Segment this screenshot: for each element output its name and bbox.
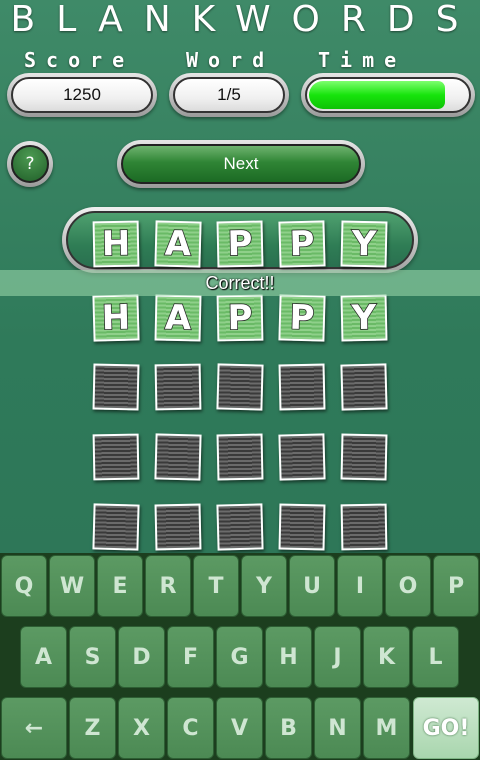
key-w[interactable]: W [49,555,95,617]
key-q[interactable]: Q [1,555,47,617]
word-counter: 1/5 [169,73,289,117]
empty-tile [216,503,264,551]
empty-tile [154,433,202,481]
guess-letter-tile: H [92,220,140,268]
key-e[interactable]: E [97,555,143,617]
key-f[interactable]: F [167,626,214,688]
key-n[interactable]: N [314,697,361,759]
guess-letter-tile: Y [340,220,388,268]
key-j[interactable]: J [314,626,361,688]
key-h[interactable]: H [265,626,312,688]
next-button[interactable]: Next [117,140,365,188]
key-l[interactable]: L [412,626,459,688]
empty-tile [278,503,326,551]
key-p[interactable]: P [433,555,479,617]
time-fill [309,81,446,109]
key-m[interactable]: M [363,697,410,759]
key-v[interactable]: V [216,697,263,759]
next-button-label: Next [121,144,361,184]
help-button-label: ? [11,145,49,183]
empty-tile [340,503,388,551]
key-z[interactable]: Z [69,697,116,759]
score-value: 1250 [11,77,153,113]
backspace-key[interactable]: ← [1,697,67,759]
word-counter-value: 1/5 [173,77,285,113]
board-letter-tile: H [92,294,140,342]
status-banner: Correct!! [0,270,480,296]
board-letter-tile: Y [340,294,388,342]
empty-tile [278,433,326,481]
key-d[interactable]: D [118,626,165,688]
word-label: Word [186,48,275,72]
key-i[interactable]: I [337,555,383,617]
empty-tile [216,363,264,411]
score-display: 1250 [7,73,157,117]
board-letter-tile: A [154,294,202,342]
time-label: Time [318,48,407,72]
on-screen-keyboard: Q W E R T Y U I O P A S D F G H J K L ← Z X C V B N M GO! [0,553,480,760]
app-title: BLANKWORDS [10,0,480,40]
empty-tile [154,503,202,551]
empty-tile [92,503,140,551]
empty-tile [278,363,326,411]
help-button[interactable]: ? [7,141,53,187]
key-y[interactable]: Y [241,555,287,617]
key-a[interactable]: A [20,626,67,688]
key-t[interactable]: T [193,555,239,617]
board-letter-tile: P [216,294,264,342]
score-label: Score [24,48,135,72]
guess-letter-tile: P [216,220,264,268]
key-b[interactable]: B [265,697,312,759]
key-o[interactable]: O [385,555,431,617]
key-k[interactable]: K [363,626,410,688]
key-x[interactable]: X [118,697,165,759]
empty-tile [154,363,202,411]
empty-tile [92,433,140,481]
empty-tile [92,363,140,411]
key-s[interactable]: S [69,626,116,688]
board-letter-tile: P [278,294,326,342]
empty-tile [340,433,388,481]
key-r[interactable]: R [145,555,191,617]
time-bar [301,73,475,117]
key-c[interactable]: C [167,697,214,759]
empty-tile [340,363,388,411]
empty-tile [216,433,264,481]
go-key[interactable]: GO! [413,697,479,759]
key-u[interactable]: U [289,555,335,617]
guess-letter-tile: P [278,220,326,268]
time-track [305,77,471,113]
guess-letter-tile: A [154,220,202,268]
key-g[interactable]: G [216,626,263,688]
